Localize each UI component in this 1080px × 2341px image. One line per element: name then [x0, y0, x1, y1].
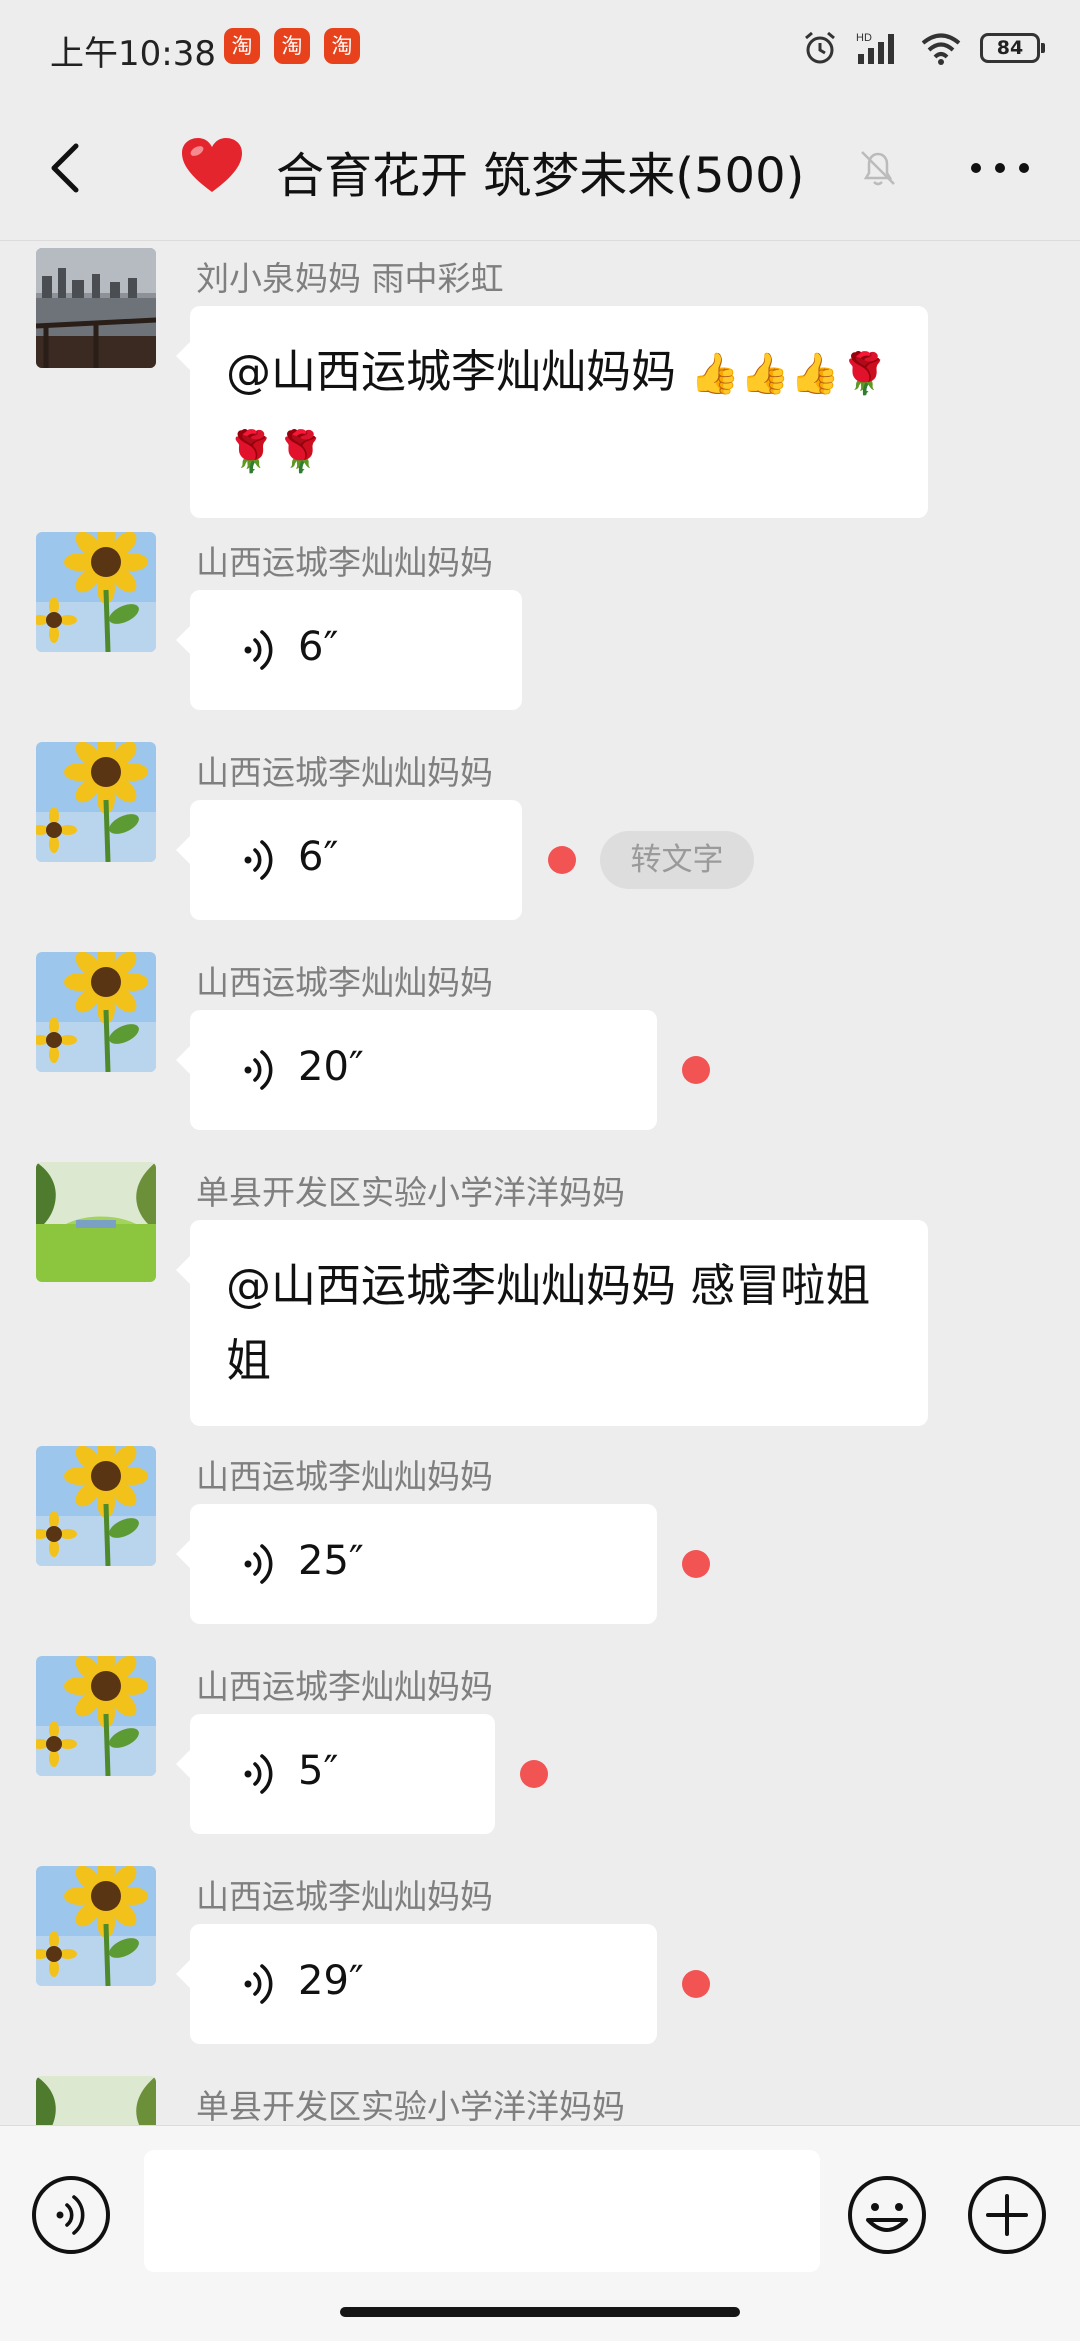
voice-message-bubble[interactable]: 25″	[176, 1504, 657, 1624]
avatar[interactable]	[36, 248, 156, 368]
message-text: @山西运城李灿灿妈妈 感冒啦姐姐	[226, 1259, 871, 1387]
emoji-button[interactable]	[846, 2174, 928, 2256]
voice-message-bubble[interactable]: 20″	[176, 1010, 657, 1130]
unread-dot	[682, 1970, 710, 1998]
avatar[interactable]	[36, 742, 156, 862]
avatar[interactable]	[36, 532, 156, 652]
text-message-bubble[interactable]: @山西运城李灿灿妈妈 感冒啦姐姐	[176, 1220, 928, 1426]
unread-dot	[682, 1056, 710, 1084]
voice-wave-icon	[240, 838, 284, 882]
sender-name: 刘小泉妈妈 雨中彩虹	[196, 259, 504, 298]
voice-duration: 5″	[298, 1748, 339, 1794]
avatar[interactable]	[36, 1656, 156, 1776]
message-text: @山西运城李灿灿妈妈	[226, 345, 677, 398]
message-item: 单县开发区实验小学洋洋妈妈	[0, 2076, 1080, 2125]
battery-icon: 84	[980, 33, 1045, 63]
voice-duration: 6″	[298, 834, 339, 880]
status-icons: HD 84	[802, 24, 1045, 72]
unread-dot	[520, 1760, 548, 1788]
mute-bell-icon	[861, 151, 895, 186]
voice-message-bubble[interactable]: 6″	[176, 800, 522, 920]
unread-dot	[548, 846, 576, 874]
convert-to-text-button[interactable]: 转文字	[600, 831, 754, 889]
sender-name: 山西运城李灿灿妈妈	[196, 963, 493, 1002]
text-message-bubble[interactable]: @山西运城李灿灿妈妈 👍👍👍🌹🌹🌹	[176, 306, 928, 518]
taobao-notification-icon: 淘	[324, 28, 360, 64]
wifi-icon	[921, 33, 961, 65]
sender-name: 山西运城李灿灿妈妈	[196, 1877, 493, 1916]
heart-icon	[182, 138, 242, 192]
avatar[interactable]	[36, 2076, 156, 2125]
voice-wave-icon	[240, 1752, 284, 1796]
chat-header: 合育花开 筑梦未来(500)	[0, 96, 1080, 241]
sender-name: 山西运城李灿灿妈妈	[196, 1457, 493, 1496]
back-button[interactable]	[38, 138, 98, 198]
taobao-notification-icon: 淘	[224, 28, 260, 64]
sender-name: 单县开发区实验小学洋洋妈妈	[196, 2087, 625, 2125]
alarm-icon	[805, 31, 835, 64]
sender-name: 单县开发区实验小学洋洋妈妈	[196, 1173, 625, 1212]
voice-wave-icon	[240, 1542, 284, 1586]
taobao-notification-icon: 淘	[274, 28, 310, 64]
voice-duration: 29″	[298, 1958, 364, 2004]
signal-icon: HD	[856, 32, 894, 64]
voice-input-toggle-button[interactable]	[30, 2174, 112, 2256]
more-options-button[interactable]	[964, 146, 1036, 190]
home-indicator	[340, 2307, 740, 2317]
svg-text:HD: HD	[856, 32, 872, 44]
avatar[interactable]	[36, 952, 156, 1072]
more-functions-plus-button[interactable]	[966, 2174, 1048, 2256]
voice-wave-icon	[240, 628, 284, 672]
voice-message-bubble[interactable]: 5″	[176, 1714, 495, 1834]
unread-dot	[682, 1550, 710, 1578]
avatar[interactable]	[36, 1162, 156, 1282]
voice-wave-icon	[240, 1048, 284, 1092]
message-input[interactable]	[144, 2150, 820, 2272]
sender-name: 山西运城李灿灿妈妈	[196, 1667, 493, 1706]
voice-wave-icon	[240, 1962, 284, 2006]
sender-name: 山西运城李灿灿妈妈	[196, 543, 493, 582]
avatar[interactable]	[36, 1446, 156, 1566]
voice-duration: 6″	[298, 624, 339, 670]
voice-message-bubble[interactable]: 6″	[176, 590, 522, 710]
sender-name: 山西运城李灿灿妈妈	[196, 753, 493, 792]
avatar[interactable]	[36, 1866, 156, 1986]
voice-duration: 25″	[298, 1538, 364, 1584]
status-bar: 上午10:38 淘 淘 淘 HD 84	[0, 0, 1080, 96]
chat-title: 合育花开 筑梦未来(500)	[276, 148, 805, 204]
voice-duration: 20″	[298, 1044, 364, 1090]
status-time: 上午10:38	[50, 34, 216, 74]
voice-message-bubble[interactable]: 29″	[176, 1924, 657, 2044]
